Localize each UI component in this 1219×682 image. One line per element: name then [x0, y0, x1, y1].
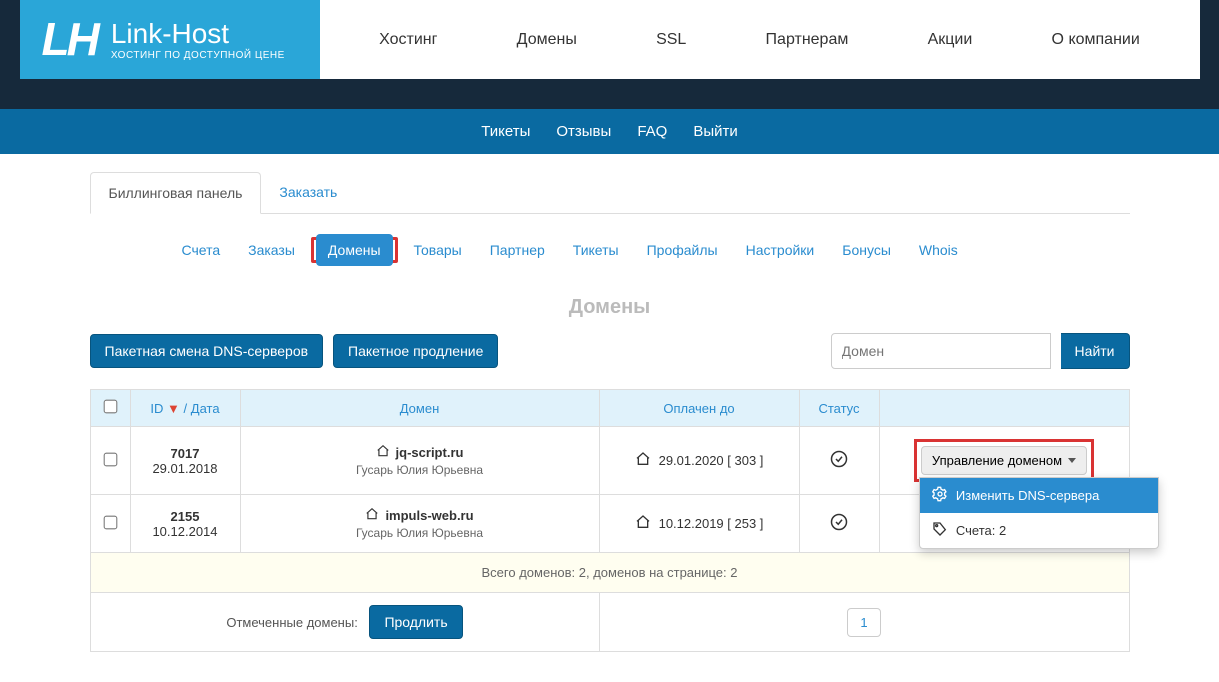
nav-partners[interactable]: Партнерам: [756, 21, 859, 59]
row-owner: Гусарь Юлия Юрьевна: [249, 526, 591, 540]
subtab-tickets[interactable]: Тикеты: [561, 234, 631, 266]
table-row: 7017 29.01.2018 jq-script.ru Гусарь Юлия…: [90, 427, 1129, 495]
row-paid: 10.12.2019 [ 253 ]: [659, 516, 764, 531]
home-icon: [635, 451, 651, 470]
col-id-date[interactable]: ID ▼ / Дата: [130, 390, 240, 427]
tab-order[interactable]: Заказать: [261, 172, 355, 213]
main-nav: Хостинг Домены SSL Партнерам Акции О ком…: [320, 0, 1200, 79]
domain-search-button[interactable]: Найти: [1061, 333, 1130, 369]
panel-tabs: Биллинговая панель Заказать: [90, 172, 1130, 214]
status-ok-icon: [830, 456, 848, 471]
col-domain[interactable]: Домен: [240, 390, 599, 427]
subtab-accounts[interactable]: Счета: [170, 234, 233, 266]
row-domain: jq-script.ru: [396, 445, 464, 460]
tab-billing-panel[interactable]: Биллинговая панель: [90, 172, 262, 214]
row-checkbox[interactable]: [103, 515, 117, 529]
domain-search-input[interactable]: [831, 333, 1051, 369]
subtab-bonuses[interactable]: Бонусы: [830, 234, 903, 266]
brand-logo[interactable]: LH Link-Host ХОСТИНГ ПО ДОСТУПНОЙ ЦЕНЕ: [20, 0, 320, 79]
nav-domains[interactable]: Домены: [507, 21, 587, 59]
row-checkbox[interactable]: [103, 452, 117, 466]
brand-subtitle: ХОСТИНГ ПО ДОСТУПНОЙ ЦЕНЕ: [111, 50, 285, 61]
page-title: Домены: [90, 296, 1130, 319]
table-summary: Всего доменов: 2, доменов на странице: 2: [90, 553, 1129, 593]
logo-mark-icon: LH: [42, 19, 97, 60]
subtab-partner[interactable]: Партнер: [478, 234, 557, 266]
nav-hosting[interactable]: Хостинг: [369, 21, 447, 59]
row-date: 29.01.2018: [139, 461, 232, 476]
col-status[interactable]: Статус: [799, 390, 879, 427]
highlight-dropdown: Управление доменом Изменить DNS-сервера: [914, 439, 1094, 482]
subtab-settings[interactable]: Настройки: [734, 234, 827, 266]
dropdown-change-dns[interactable]: Изменить DNS-сервера: [920, 478, 1158, 513]
highlight-domains: Домены: [311, 237, 398, 263]
subnav-tickets[interactable]: Тикеты: [481, 123, 530, 140]
row-date: 10.12.2014: [139, 524, 232, 539]
caret-down-icon: [1068, 458, 1076, 463]
brand-title: Link-Host: [111, 18, 285, 50]
home-icon: [365, 507, 379, 524]
subtab-orders[interactable]: Заказы: [236, 234, 307, 266]
bulk-dns-button[interactable]: Пакетная смена DNS-серверов: [90, 334, 324, 368]
sort-indicator-icon: ▼: [167, 401, 180, 416]
col-paid-until[interactable]: Оплачен до: [599, 390, 799, 427]
row-id: 2155: [139, 509, 232, 524]
row-paid: 29.01.2020 [ 303 ]: [659, 453, 764, 468]
billing-subtabs: Счета Заказы Домены Товары Партнер Тикет…: [90, 234, 1130, 266]
subtab-profiles[interactable]: Профайлы: [635, 234, 730, 266]
subtab-whois[interactable]: Whois: [907, 234, 970, 266]
sub-nav: Тикеты Отзывы FAQ Выйти: [20, 109, 1200, 154]
subnav-faq[interactable]: FAQ: [637, 123, 667, 140]
nav-promo[interactable]: Акции: [918, 21, 983, 59]
row-domain: impuls-web.ru: [385, 508, 473, 523]
subtab-domains[interactable]: Домены: [316, 234, 393, 266]
subnav-logout[interactable]: Выйти: [693, 123, 737, 140]
renew-selected-button[interactable]: Продлить: [369, 605, 462, 639]
subnav-reviews[interactable]: Отзывы: [556, 123, 611, 140]
domains-table: ID ▼ / Дата Домен Оплачен до Статус 7017…: [90, 389, 1130, 652]
subtab-products[interactable]: Товары: [402, 234, 474, 266]
home-icon: [635, 514, 651, 533]
footer-label: Отмеченные домены:: [226, 615, 357, 630]
dropdown-invoices[interactable]: Счета: 2: [920, 513, 1158, 548]
page-number[interactable]: 1: [847, 608, 880, 637]
manage-domain-button[interactable]: Управление доменом: [921, 446, 1087, 475]
home-icon: [376, 444, 390, 461]
status-ok-icon: [830, 519, 848, 534]
nav-about[interactable]: О компании: [1042, 21, 1150, 59]
row-id: 7017: [139, 446, 232, 461]
tag-icon: [932, 521, 948, 540]
manage-dropdown-menu: Изменить DNS-сервера Счета: 2: [919, 477, 1159, 549]
nav-ssl[interactable]: SSL: [646, 21, 696, 59]
row-owner: Гусарь Юлия Юрьевна: [249, 463, 591, 477]
gear-icon: [932, 486, 948, 505]
bulk-renew-button[interactable]: Пакетное продление: [333, 334, 498, 368]
select-all-checkbox[interactable]: [103, 400, 117, 414]
